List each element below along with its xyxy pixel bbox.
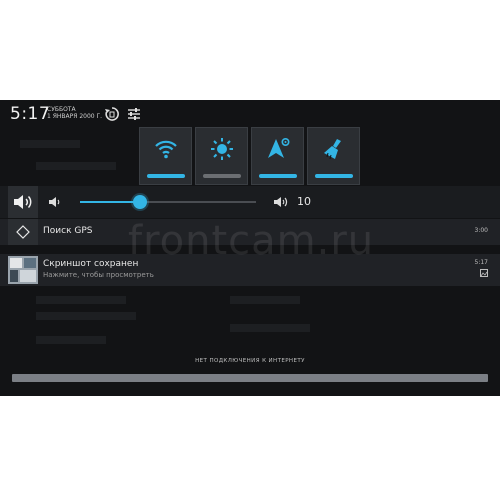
brightness-icon xyxy=(211,138,233,160)
brightness-tile[interactable] xyxy=(195,127,248,185)
notification-title: Поиск GPS xyxy=(43,226,93,236)
notification-shade-handle[interactable] xyxy=(12,374,488,382)
image-icon xyxy=(480,269,488,277)
notification-title: Скриншот сохранен xyxy=(43,259,139,269)
volume-settings-button[interactable] xyxy=(8,186,38,218)
gps-settings-icon xyxy=(268,137,290,158)
cleaner-tile[interactable] xyxy=(307,127,360,185)
settings-sliders-icon[interactable] xyxy=(126,106,142,122)
volume-high-icon xyxy=(274,197,288,207)
screenshot-thumbnail xyxy=(8,256,38,284)
background-row xyxy=(36,312,136,320)
day-label: СУББОТА xyxy=(47,106,76,113)
status-bar: 5:17 СУББОТА 1 ЯНВАРЯ 2000 Г. xyxy=(0,100,500,128)
background-row xyxy=(36,162,116,170)
date-display[interactable]: СУББОТА 1 ЯНВАРЯ 2000 Г. xyxy=(47,106,102,120)
cleaner-icon xyxy=(324,139,341,160)
volume-low-icon xyxy=(49,197,60,207)
clock: 5:17 xyxy=(10,104,51,124)
gps-tile-indicator xyxy=(259,174,297,178)
volume-slider[interactable] xyxy=(80,195,256,209)
cleaner-tile-indicator xyxy=(315,174,353,178)
android-screen: 5:17 СУББОТА 1 ЯНВАРЯ 2000 Г. 10 Поиск G… xyxy=(0,100,500,396)
brightness-tile-indicator xyxy=(203,174,241,178)
background-row xyxy=(20,140,80,148)
background-row xyxy=(230,324,310,332)
wifi-icon xyxy=(155,140,177,159)
notification-time: 5:17 xyxy=(474,259,488,266)
watermark: frontcam.ru xyxy=(128,218,375,264)
rotate-icon[interactable] xyxy=(104,106,120,122)
background-row xyxy=(36,336,106,344)
wifi-tile-indicator xyxy=(147,174,185,178)
background-row xyxy=(230,296,300,304)
notification-time: 3:00 xyxy=(474,227,488,234)
no-internet-label: НЕТ ПОДКЛЮЧЕНИЯ К ИНТЕРНЕТУ xyxy=(195,358,305,364)
background-row xyxy=(36,296,126,304)
notification-subtitle: Нажмите, чтобы просмотреть xyxy=(43,271,154,279)
date-label: 1 ЯНВАРЯ 2000 Г. xyxy=(47,113,103,120)
speaker-icon xyxy=(14,195,32,209)
volume-value: 10 xyxy=(297,195,311,208)
volume-slider-thumb[interactable] xyxy=(133,195,147,209)
volume-slider-fill xyxy=(80,201,140,203)
volume-panel: 10 xyxy=(0,186,500,218)
quick-settings-panel xyxy=(139,127,361,185)
notification-icon-box xyxy=(8,219,38,245)
wifi-tile[interactable] xyxy=(139,127,192,185)
gps-tile[interactable] xyxy=(251,127,304,185)
gps-location-icon xyxy=(16,225,30,239)
